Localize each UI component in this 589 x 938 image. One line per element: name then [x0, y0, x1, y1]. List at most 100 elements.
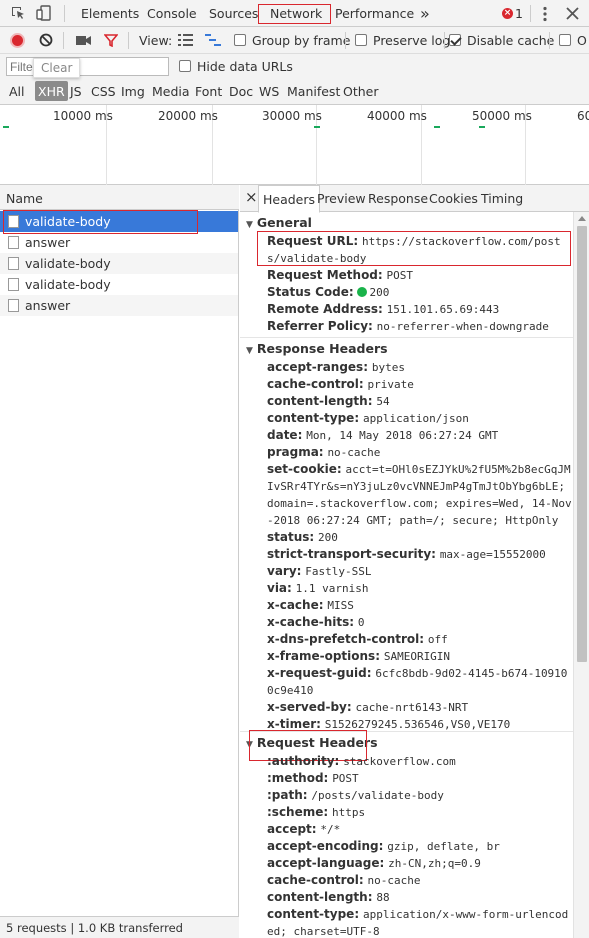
tab-preview[interactable]: Preview	[317, 191, 366, 206]
header-key: accept-language:	[267, 856, 385, 870]
header-value: SAMEORIGIN	[383, 650, 451, 663]
preserve-log-checkbox[interactable]	[355, 34, 367, 46]
header-row: status: 200	[267, 529, 573, 546]
type-filter-xhr[interactable]: XHR	[35, 81, 68, 101]
header-value: private	[367, 378, 414, 391]
header-value: no-cache	[327, 446, 381, 459]
request-list-header[interactable]: Name	[0, 185, 239, 210]
type-filter-doc[interactable]: Doc	[229, 84, 253, 99]
error-count[interactable]: 1	[515, 0, 523, 27]
request-row[interactable]: validate-body	[0, 274, 238, 295]
close-devtools-icon[interactable]	[566, 7, 579, 20]
disable-cache-checkbox[interactable]	[449, 34, 461, 46]
filter-icon[interactable]	[103, 34, 119, 48]
detail-tab-bar: × Headers Preview Response Cookies Timin…	[240, 185, 589, 213]
waterfall-overview-icon[interactable]	[205, 34, 221, 46]
clear-tooltip: Clear	[33, 58, 81, 78]
header-row: accept: */*	[267, 821, 573, 838]
error-icon[interactable]: ×	[502, 8, 513, 19]
request-row[interactable]: answer	[0, 295, 238, 316]
tab-console[interactable]: Console	[147, 0, 197, 27]
file-icon	[8, 299, 19, 312]
type-filter-ws[interactable]: WS	[259, 84, 279, 99]
close-detail-icon[interactable]: ×	[245, 188, 258, 206]
group-by-frame-checkbox[interactable]	[234, 34, 246, 46]
header-row: accept-ranges: bytes	[267, 359, 573, 376]
request-row[interactable]: answer	[0, 232, 238, 253]
type-filter-all[interactable]: All	[9, 84, 25, 99]
type-filter-js[interactable]: JS	[70, 84, 82, 99]
tab-network[interactable]: Network	[270, 0, 322, 27]
record-icon[interactable]	[10, 33, 25, 48]
tab-sources[interactable]: Sources	[209, 0, 258, 27]
general-section-header[interactable]: ▼ General	[246, 215, 312, 230]
header-value: /posts/validate-body	[311, 789, 444, 802]
inspect-element-icon[interactable]	[10, 5, 26, 21]
more-tabs-icon[interactable]: »	[420, 0, 430, 27]
type-filter-font[interactable]: Font	[195, 84, 222, 99]
timeline-label: 30000 ms	[262, 109, 322, 123]
header-row: date: Mon, 14 May 2018 06:27:24 GMT	[267, 427, 573, 444]
status-code-value: 200	[369, 286, 390, 299]
header-key: x-served-by:	[267, 700, 352, 714]
response-headers-section-header[interactable]: ▼ Response Headers	[246, 341, 388, 356]
type-filter-media[interactable]: Media	[152, 84, 190, 99]
name-column-header[interactable]: Name	[6, 191, 43, 206]
header-value: 88	[376, 891, 390, 904]
type-filter-other[interactable]: Other	[343, 84, 379, 99]
status-code-label: Status Code:	[267, 285, 354, 299]
timeline-label: 10000 ms	[53, 109, 113, 123]
referrer-policy-value: no-referrer-when-downgrade	[376, 320, 549, 333]
header-row: :scheme: https	[267, 804, 573, 821]
request-details: × Headers Preview Response Cookies Timin…	[240, 185, 589, 938]
hide-data-urls-checkbox[interactable]	[179, 60, 191, 72]
large-rows-icon[interactable]	[178, 34, 193, 46]
request-name: answer	[25, 235, 71, 250]
type-filter-manifest[interactable]: Manifest	[287, 84, 340, 99]
tab-timing[interactable]: Timing	[481, 191, 523, 206]
tab-cookies[interactable]: Cookies	[429, 191, 478, 206]
header-key: vary:	[267, 564, 302, 578]
header-key: x-dns-prefetch-control:	[267, 632, 425, 646]
header-row: x-request-guid: 6cfc8bdb-9d02-4145-b674-…	[267, 665, 573, 699]
request-name: validate-body	[25, 214, 111, 229]
request-name: validate-body	[25, 256, 111, 271]
request-row[interactable]: validate-body	[0, 211, 238, 232]
header-value: max-age=15552000	[439, 548, 546, 561]
capture-screenshots-icon[interactable]	[76, 35, 91, 46]
offline-checkbox[interactable]	[559, 34, 571, 46]
header-key: strict-transport-security:	[267, 547, 436, 561]
request-headers-section-header[interactable]: ▼ Request Headers	[246, 735, 378, 750]
timeline-overview[interactable]: 10000 ms 20000 ms 30000 ms 40000 ms 5000…	[0, 105, 589, 185]
referrer-policy-row: Referrer Policy: no-referrer-when-downgr…	[267, 318, 573, 335]
toolbar-divider	[63, 32, 64, 49]
timeline-label: 40000 ms	[367, 109, 427, 123]
tab-elements[interactable]: Elements	[81, 0, 139, 27]
header-row: strict-transport-security: max-age=15552…	[267, 546, 573, 563]
request-row[interactable]: validate-body	[0, 253, 238, 274]
header-value: zh-CN,zh;q=0.9	[388, 857, 481, 870]
tab-response[interactable]: Response	[368, 191, 428, 206]
type-filter-img[interactable]: Img	[121, 84, 145, 99]
clear-icon[interactable]	[39, 33, 53, 47]
request-method-label: Request Method:	[267, 268, 383, 282]
header-value: https	[332, 806, 366, 819]
file-icon	[8, 215, 19, 228]
filter-input[interactable]	[6, 57, 169, 76]
kebab-menu-icon[interactable]	[543, 6, 547, 22]
detail-scrollbar[interactable]	[573, 212, 589, 938]
type-filter-css[interactable]: CSS	[91, 84, 116, 99]
network-toolbar: View: Group by frame Preserve log Disabl…	[0, 27, 589, 54]
device-toolbar-icon[interactable]	[36, 5, 52, 21]
offline-label: O	[577, 33, 587, 48]
tab-performance[interactable]: Performance	[335, 0, 414, 27]
timeline-request-mark	[3, 126, 9, 128]
header-key: set-cookie:	[267, 462, 342, 476]
section-divider	[240, 337, 573, 338]
scroll-up-icon[interactable]	[578, 216, 586, 221]
header-row: set-cookie: acct=t=OHl0sEZJYkU%2fU5M%2b8…	[267, 461, 573, 529]
scrollbar-thumb[interactable]	[577, 226, 587, 662]
header-value: cache-nrt6143-NRT	[355, 701, 469, 714]
tab-headers[interactable]: Headers	[258, 185, 321, 213]
header-value: Mon, 14 May 2018 06:27:24 GMT	[306, 429, 499, 442]
